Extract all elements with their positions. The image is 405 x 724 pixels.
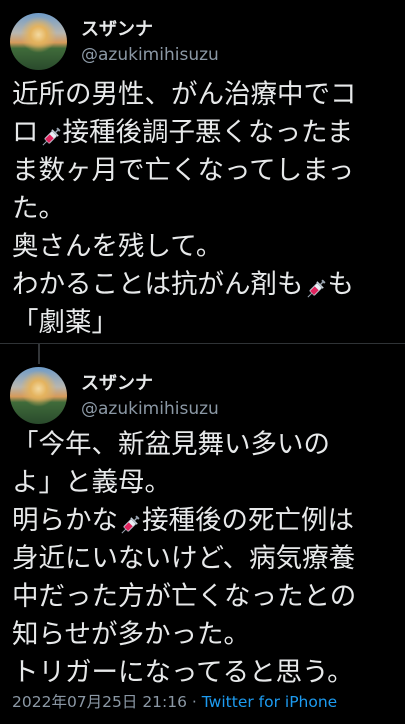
tweet-text-segment: トリガーになってると思う。	[12, 657, 354, 688]
tweet-text-segment: 明らかな	[12, 505, 118, 536]
tweet-meta: 2022年07月25日 21:16 · Twitter for iPhone	[12, 690, 337, 712]
meta-separator: ·	[187, 693, 202, 711]
tweet-text-segment: 「今年、新盆見舞い多いの	[12, 429, 330, 460]
tweet-text: 「今年、新盆見舞い多いの よ」と義母。 明らかな 接種後の死亡例は 身近にいないけど、病…	[12, 426, 402, 692]
tweet-line: 身近にいないけど、病気療養	[12, 540, 402, 578]
tweet-text-segment: 身近にいないけど、病気療養	[12, 543, 356, 574]
tweet-line: 中だった方が亡くなったとの	[12, 578, 402, 616]
tweet-text-segment: 知らせが多かった。	[12, 619, 250, 650]
syringe-icon	[118, 510, 142, 534]
avatar[interactable]	[10, 367, 67, 424]
display-name[interactable]: スザンナ	[81, 369, 153, 395]
source-link[interactable]: Twitter for iPhone	[202, 693, 337, 711]
tweet-line: トリガーになってると思う。	[12, 654, 402, 692]
tweet-line: 明らかな 接種後の死亡例は	[12, 502, 402, 540]
tweet-text-segment: 接種後の死亡例は	[142, 505, 354, 536]
timestamp[interactable]: 2022年07月25日 21:16	[12, 693, 187, 711]
tweet-text-segment: よ」と義母。	[12, 467, 171, 498]
tweet-line: よ」と義母。	[12, 464, 402, 502]
user-handle[interactable]: @azukimihisuzu	[81, 399, 219, 419]
tweet-line: 「今年、新盆見舞い多いの	[12, 426, 402, 464]
tweet-2[interactable]: スザンナ @azukimihisuzu 「今年、新盆見舞い多いの よ」と義母。 明ら…	[0, 0, 405, 724]
tweet-line: 知らせが多かった。	[12, 616, 402, 654]
tweet-text-segment: 中だった方が亡くなったとの	[12, 581, 357, 612]
